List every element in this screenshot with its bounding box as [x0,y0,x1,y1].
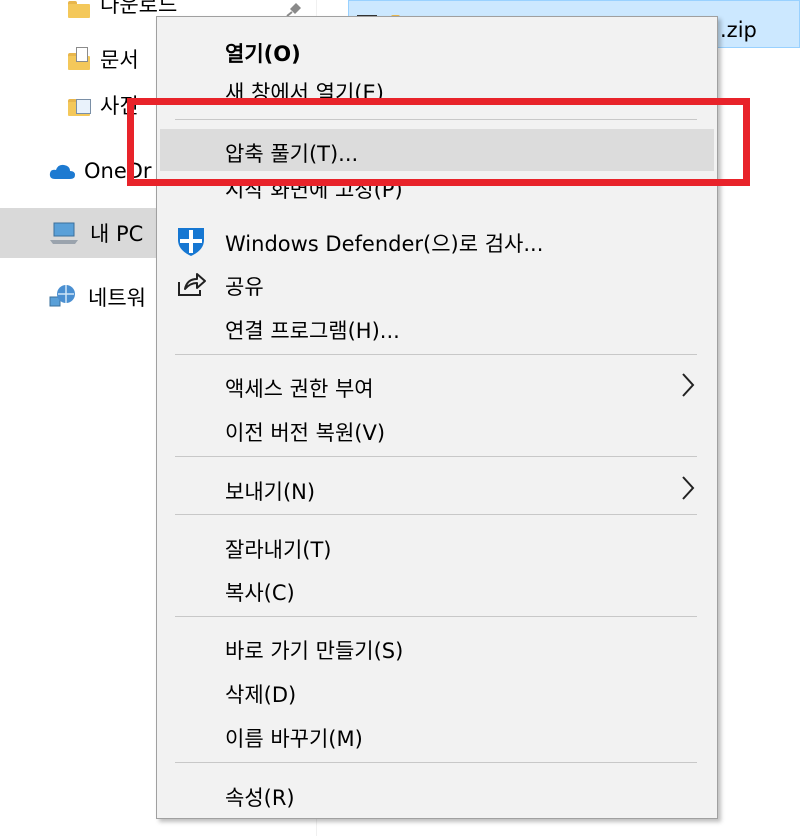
downloads-folder-icon [68,0,90,18]
highlight-annotation-box [127,98,750,186]
pin-icon[interactable] [286,0,304,16]
documents-folder-icon [68,47,90,71]
menu-separator [175,456,697,457]
cloud-icon [49,164,75,179]
menu-item-open-with[interactable]: 연결 프로그램(H)... [157,306,719,348]
menu-separator [175,616,697,617]
menu-separator [175,354,697,355]
menu-item-open[interactable]: 열기(O) [157,29,719,71]
menu-item-label: 공유 [225,275,264,299]
chevron-right-icon [682,476,695,500]
nav-item-documents[interactable]: 문서 [68,42,139,76]
windows-defender-shield-icon [178,228,204,256]
menu-item-delete[interactable]: 삭제(D) [157,670,719,712]
computer-icon [50,222,78,244]
file-name: .zip [720,18,757,42]
menu-item-label: 액세스 권한 부여 [225,377,374,401]
menu-item-give-access[interactable]: 액세스 권한 부여 [157,364,719,406]
menu-item-copy[interactable]: 복사(C) [157,568,719,610]
share-icon [178,273,206,296]
menu-item-share[interactable]: 공유 [157,262,719,304]
menu-item-label: 연결 프로그램(H)... [225,319,400,343]
menu-item-label: 삭제(D) [225,683,297,707]
menu-item-label: 속성(R) [225,786,295,810]
menu-item-properties[interactable]: 속성(R) [157,773,719,815]
nav-item-this-pc[interactable]: 내 PC [48,216,143,250]
nav-item-label: 내 PC [90,222,144,246]
menu-separator [175,514,697,515]
nav-item-label: 문서 [100,48,139,72]
pictures-folder-icon [68,93,91,117]
menu-item-create-shortcut[interactable]: 바로 가기 만들기(S) [157,626,719,668]
menu-item-send-to[interactable]: 보내기(N) [157,467,719,509]
nav-item-network[interactable]: 네트워 [48,280,146,314]
chevron-right-icon [682,373,695,397]
nav-item-label: 네트워 [88,286,146,310]
menu-item-label: 이름 바꾸기(M) [225,727,363,751]
menu-separator [175,762,697,763]
menu-item-rename[interactable]: 이름 바꾸기(M) [157,714,719,756]
menu-item-label: 이전 버전 복원(V) [225,421,386,445]
menu-item-label: 복사(C) [225,581,295,605]
menu-item-label: 열기(O) [225,42,301,66]
menu-item-label: 바로 가기 만들기(S) [225,639,404,663]
menu-item-label: Windows Defender(으)로 검사... [225,232,544,256]
menu-item-cut[interactable]: 잘라내기(T) [157,525,719,567]
menu-item-label: 보내기(N) [225,480,316,504]
menu-item-restore-previous[interactable]: 이전 버전 복원(V) [157,408,719,450]
menu-item-label: 잘라내기(T) [225,538,332,562]
menu-item-defender-scan[interactable]: Windows Defender(으)로 검사... [157,219,719,261]
network-globe-icon [49,285,75,307]
